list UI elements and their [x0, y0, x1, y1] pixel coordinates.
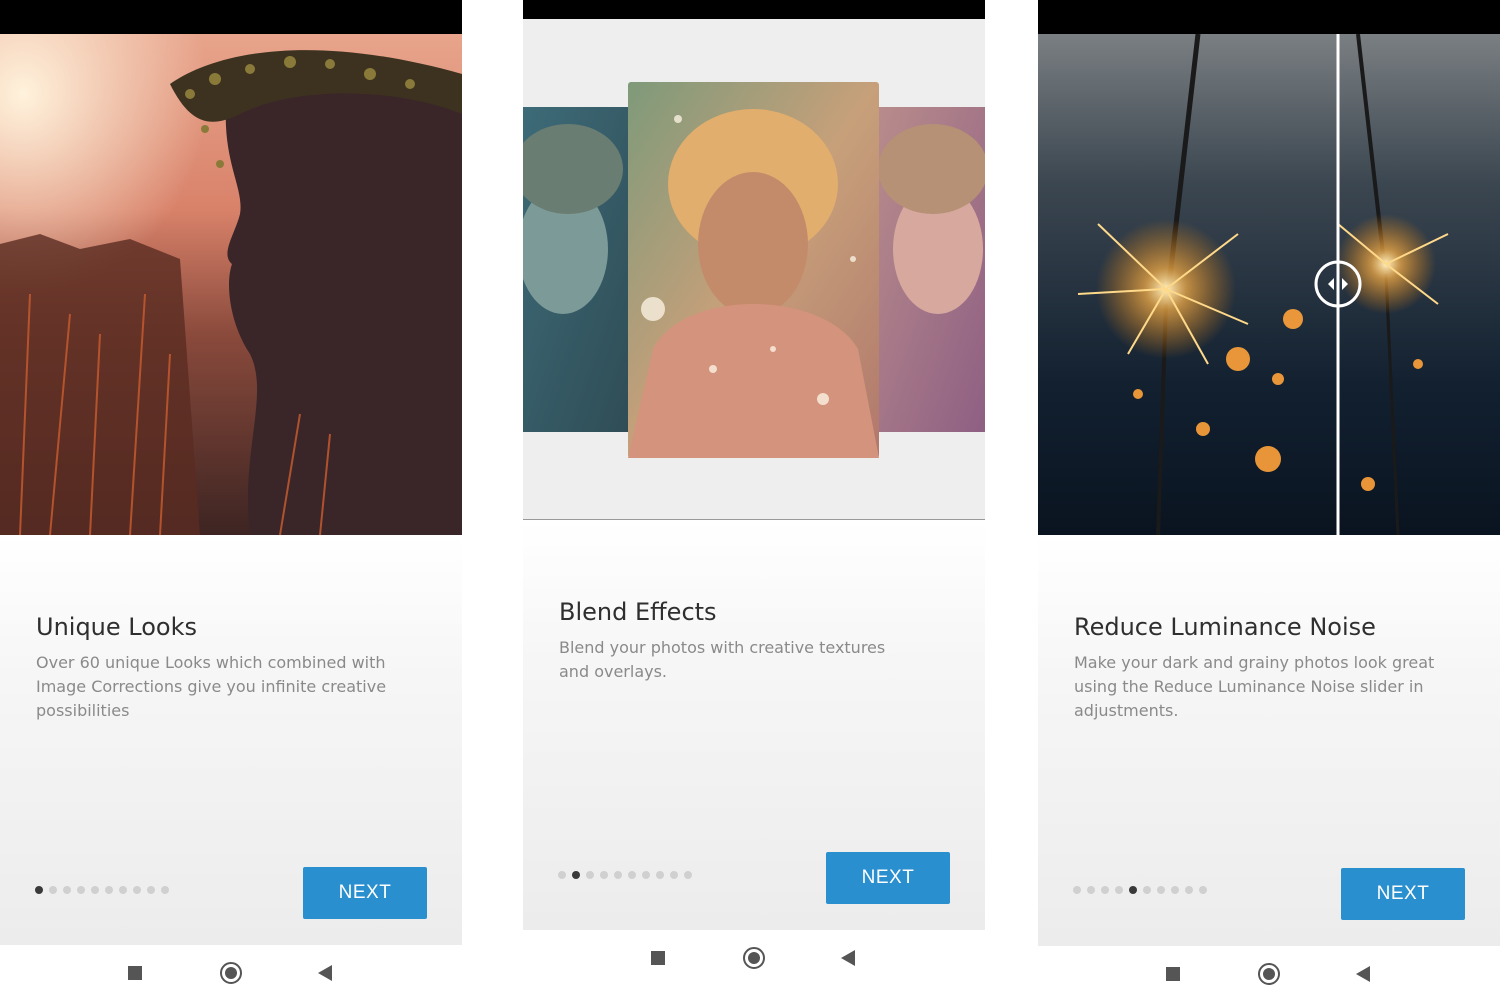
page-dot	[1199, 886, 1207, 894]
page-title: Reduce Luminance Noise	[1074, 613, 1376, 641]
text-panel: Unique Looks Over 60 unique Looks which …	[0, 535, 462, 945]
page-description: Over 60 unique Looks which combined with…	[36, 653, 387, 720]
android-nav-bar	[1038, 946, 1500, 1000]
page-dot	[586, 871, 594, 879]
recents-square-icon[interactable]	[1166, 967, 1180, 981]
page-dot	[600, 871, 608, 879]
hero-image-sparklers-comparison	[1038, 34, 1500, 535]
back-triangle-icon[interactable]	[318, 965, 332, 981]
page-dot	[1073, 886, 1081, 894]
home-circle-icon[interactable]	[1258, 963, 1280, 985]
next-button[interactable]: NEXT	[303, 867, 427, 919]
page-dot-active	[1129, 886, 1137, 894]
back-triangle-icon[interactable]	[841, 950, 855, 966]
hero-image-portrait-flower-crown	[0, 34, 462, 535]
home-circle-icon[interactable]	[743, 947, 765, 969]
page-dot	[91, 886, 99, 894]
page-dot	[105, 886, 113, 894]
page-description: Make your dark and grainy photos look gr…	[1074, 653, 1435, 720]
page-dot-active	[35, 886, 43, 894]
page-dot	[628, 871, 636, 879]
page-dot	[656, 871, 664, 879]
home-circle-icon[interactable]	[220, 962, 242, 984]
page-dot	[119, 886, 127, 894]
hero-image-blend-carousel	[523, 19, 985, 520]
next-button[interactable]: NEXT	[826, 852, 950, 904]
page-dot	[63, 886, 71, 894]
onboarding-screen-reduce-noise: Reduce Luminance Noise Make your dark an…	[1038, 0, 1500, 1000]
recents-square-icon[interactable]	[128, 966, 142, 980]
page-dot	[133, 886, 141, 894]
page-title: Unique Looks	[36, 613, 198, 641]
text-panel: Blend Effects Blend your photos with cre…	[523, 520, 985, 930]
android-nav-bar	[523, 930, 985, 985]
page-dot	[614, 871, 622, 879]
pagination-dots	[35, 886, 169, 894]
page-dot	[1115, 886, 1123, 894]
page-dot	[1157, 886, 1165, 894]
page-dot	[1185, 886, 1193, 894]
onboarding-screen-blend-effects: Blend Effects Blend your photos with cre…	[523, 0, 985, 985]
page-dot	[147, 886, 155, 894]
pagination-dots	[558, 871, 692, 879]
page-dot	[1087, 886, 1095, 894]
page-description: Blend your photos with creative textures…	[559, 638, 886, 681]
status-bar	[1038, 0, 1500, 34]
page-title: Blend Effects	[559, 598, 717, 626]
page-dot	[684, 871, 692, 879]
back-triangle-icon[interactable]	[1356, 966, 1370, 982]
page-dot	[670, 871, 678, 879]
android-nav-bar	[0, 945, 462, 1000]
page-dot	[1143, 886, 1151, 894]
pagination-dots	[1073, 886, 1207, 894]
page-dot	[161, 886, 169, 894]
page-dot	[77, 886, 85, 894]
text-panel: Reduce Luminance Noise Make your dark an…	[1038, 535, 1500, 946]
status-bar	[523, 0, 985, 19]
page-dot	[1101, 886, 1109, 894]
page-dot-active	[572, 871, 580, 879]
page-dot	[49, 886, 57, 894]
onboarding-screen-unique-looks: Unique Looks Over 60 unique Looks which …	[0, 0, 462, 1000]
page-dot	[558, 871, 566, 879]
status-bar	[0, 0, 462, 34]
next-button[interactable]: NEXT	[1341, 868, 1465, 920]
recents-square-icon[interactable]	[651, 951, 665, 965]
page-dot	[1171, 886, 1179, 894]
page-dot	[642, 871, 650, 879]
